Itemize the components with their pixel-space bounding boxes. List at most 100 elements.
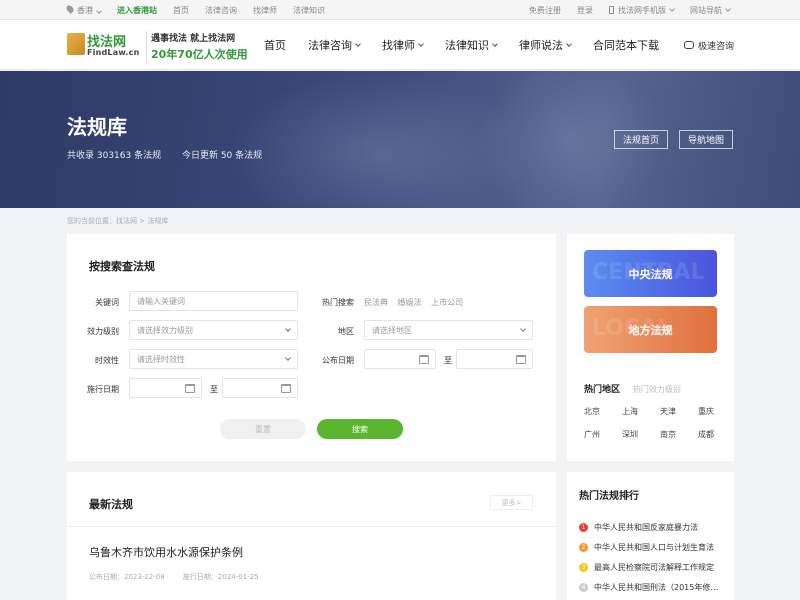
city-list: 北京 上海 天津 重庆 广州 深圳 南京 成都: [584, 406, 724, 440]
hot-search-label: 热门搜索: [322, 298, 354, 307]
nav-item-consult[interactable]: 法律咨询: [308, 37, 361, 53]
top-bar: 香港 进入香港站 首页 法律咨询 找律师 法律知识 免费注册 登录 找法网手机版…: [0, 0, 800, 20]
stat-total: 共收录 303163 条法规: [67, 151, 162, 161]
rank-number-badge: 4: [579, 582, 588, 592]
slogan-line-1: 遇事找法 就上找法网: [151, 34, 236, 44]
local-laws-button[interactable]: LOCAL 地方法规: [584, 306, 717, 353]
validity-label: 时效性: [95, 356, 119, 365]
top-link-home[interactable]: 首页: [173, 5, 189, 16]
nav-item-lawyer-talk[interactable]: 律师说法: [519, 37, 572, 53]
register-link[interactable]: 免费注册: [529, 5, 561, 16]
pubdate-end-input[interactable]: [456, 349, 533, 369]
validity-select[interactable]: 请选择时效性: [129, 349, 298, 369]
top-link-knowledge[interactable]: 法律知识: [293, 5, 325, 16]
divider: [67, 526, 556, 527]
city-link[interactable]: 深圳: [622, 429, 660, 440]
page-title: 法规库: [67, 115, 127, 139]
ranking-item[interactable]: 3 最高人民检察院司法解释工作规定: [579, 557, 729, 577]
site-nav-link[interactable]: 网站导航: [690, 5, 731, 16]
more-button[interactable]: 更多>: [490, 495, 533, 510]
ranking-item[interactable]: 2 中华人民共和国人口与计划生育法: [579, 537, 729, 557]
city-link[interactable]: 天津: [660, 406, 698, 417]
chevron-down-icon: [492, 40, 498, 47]
rank-law-title: 中华人民共和国反家庭暴力法: [594, 522, 698, 532]
effdate-start-input[interactable]: [129, 378, 202, 398]
chevron-down-icon: [418, 40, 424, 47]
ranking-title: 热门法规排行: [579, 491, 639, 502]
effdate-to: 至: [210, 385, 218, 394]
nav-map-button[interactable]: 导航地图: [679, 130, 734, 149]
ranking-list: 1 中华人民共和国反家庭暴力法 2 中华人民共和国人口与计划生育法 3 最高人民检察院司法…: [579, 517, 729, 600]
effdate-label: 施行日期: [87, 385, 119, 394]
rank-number-badge: 3: [579, 562, 588, 572]
effdate-end-input[interactable]: [222, 378, 298, 398]
law-item-meta: 公布日期：2023-12-08 施行日期：2024-01-25: [89, 572, 275, 582]
chevron-down-icon: [285, 355, 291, 361]
search-panel-title: 按搜索查法规: [89, 260, 155, 273]
law-eff-date: 施行日期：2024-01-25: [182, 573, 259, 581]
phone-icon: [609, 6, 614, 14]
ranking-panel: 热门法规排行 1 中华人民共和国反家庭暴力法 2 中华人民共和国人口与计划生育法 3 最高…: [567, 472, 734, 600]
city-link[interactable]: 南京: [660, 429, 698, 440]
top-bar-left: 香港 进入香港站 首页 法律咨询 找律师 法律知识: [65, 0, 341, 20]
side-tabs: 热门地区 热门效力级别: [584, 382, 681, 395]
enter-hk-site-link[interactable]: 进入香港站: [117, 5, 157, 16]
search-button[interactable]: 搜索: [317, 419, 403, 439]
central-laws-button[interactable]: CENTRAL 中央法规: [584, 250, 717, 297]
rank-law-title: 最高人民检察院司法解释工作规定: [594, 562, 714, 572]
location-selector[interactable]: 香港: [65, 3, 102, 16]
mobile-version-link[interactable]: 找法网手机版: [609, 5, 675, 16]
tab-hot-levels[interactable]: 热门效力级别: [633, 385, 681, 394]
chevron-down-icon: [725, 5, 731, 12]
ranking-item[interactable]: 4 中华人民共和国刑法（2015年修正）: [579, 577, 729, 597]
nav-item-home[interactable]: 首页: [264, 37, 286, 53]
pubdate-start-input[interactable]: [364, 349, 436, 369]
search-panel: 按搜索查法规 关键词 请输入关键词 热门搜索 民法典 婚姻法 上市公司 效力级别…: [67, 234, 556, 461]
city-link[interactable]: 成都: [698, 429, 736, 440]
region-select[interactable]: 请选择地区: [364, 320, 533, 340]
city-link[interactable]: 重庆: [698, 406, 736, 417]
keyword-input[interactable]: 请输入关键词: [129, 291, 298, 311]
login-link[interactable]: 登录: [577, 5, 593, 16]
slogan-line-2: 20年70亿人次使用: [151, 48, 248, 61]
hot-term-marriage-law[interactable]: 婚姻法: [398, 298, 422, 307]
quick-consult-link[interactable]: 极速咨询: [683, 20, 734, 70]
banner-stats: 共收录 303163 条法规 今日更新 50 条法规: [67, 148, 280, 161]
nav-item-contracts[interactable]: 合同范本下载: [593, 37, 659, 53]
logo-mark-icon: [67, 33, 85, 55]
city-link[interactable]: 北京: [584, 406, 622, 417]
law-pub-date: 公布日期：2023-12-08: [89, 573, 165, 581]
rank-number-badge: 1: [579, 522, 588, 532]
top-link-consult[interactable]: 法律咨询: [205, 5, 237, 16]
reset-button[interactable]: 重置: [220, 419, 306, 439]
calendar-icon: [281, 384, 291, 393]
city-link[interactable]: 上海: [622, 406, 660, 417]
ranking-item[interactable]: 1 中华人民共和国反家庭暴力法: [579, 517, 729, 537]
hero-banner: 法规库 共收录 303163 条法规 今日更新 50 条法规 法规首页 导航地图: [0, 71, 800, 208]
latest-laws-panel: 最新法规 更多> 乌鲁木齐市饮用水水源保护条例 公布日期：2023-12-08 …: [67, 472, 556, 600]
slogan: 遇事找法 就上找法网 20年70亿人次使用: [146, 31, 248, 62]
hot-term-civil-code[interactable]: 民法典: [364, 298, 388, 307]
nav-item-knowledge[interactable]: 法律知识: [445, 37, 498, 53]
hot-search-terms: 民法典 婚姻法 上市公司: [364, 297, 470, 308]
tab-hot-regions[interactable]: 热门地区: [584, 385, 620, 395]
law-item-title[interactable]: 乌鲁木齐市饮用水水源保护条例: [89, 544, 243, 560]
calendar-icon: [185, 384, 195, 393]
latest-laws-title: 最新法规: [89, 498, 133, 511]
chevron-down-icon: [285, 326, 291, 332]
top-link-lawyer[interactable]: 找律师: [253, 5, 277, 16]
level-label: 效力级别: [87, 327, 119, 336]
site-logo[interactable]: 找法网 FindLaw.cn: [67, 30, 139, 60]
law-home-button[interactable]: 法规首页: [614, 130, 669, 149]
main-header: 找法网 FindLaw.cn 遇事找法 就上找法网 20年70亿人次使用 首页 …: [0, 20, 800, 70]
city-link[interactable]: 广州: [584, 429, 622, 440]
chevron-down-icon: [96, 7, 102, 14]
logo-text-en: FindLaw.cn: [87, 48, 140, 57]
level-select[interactable]: 请选择效力级别: [129, 320, 298, 340]
rank-law-title: 中华人民共和国人口与计划生育法: [594, 542, 714, 552]
calendar-icon: [516, 355, 526, 364]
main-nav: 首页 法律咨询 找律师 法律知识 律师说法 合同范本下载: [264, 20, 681, 70]
nav-item-lawyer[interactable]: 找律师: [382, 37, 424, 53]
hot-term-listed-company[interactable]: 上市公司: [431, 298, 463, 307]
pubdate-label: 公布日期: [322, 356, 354, 365]
